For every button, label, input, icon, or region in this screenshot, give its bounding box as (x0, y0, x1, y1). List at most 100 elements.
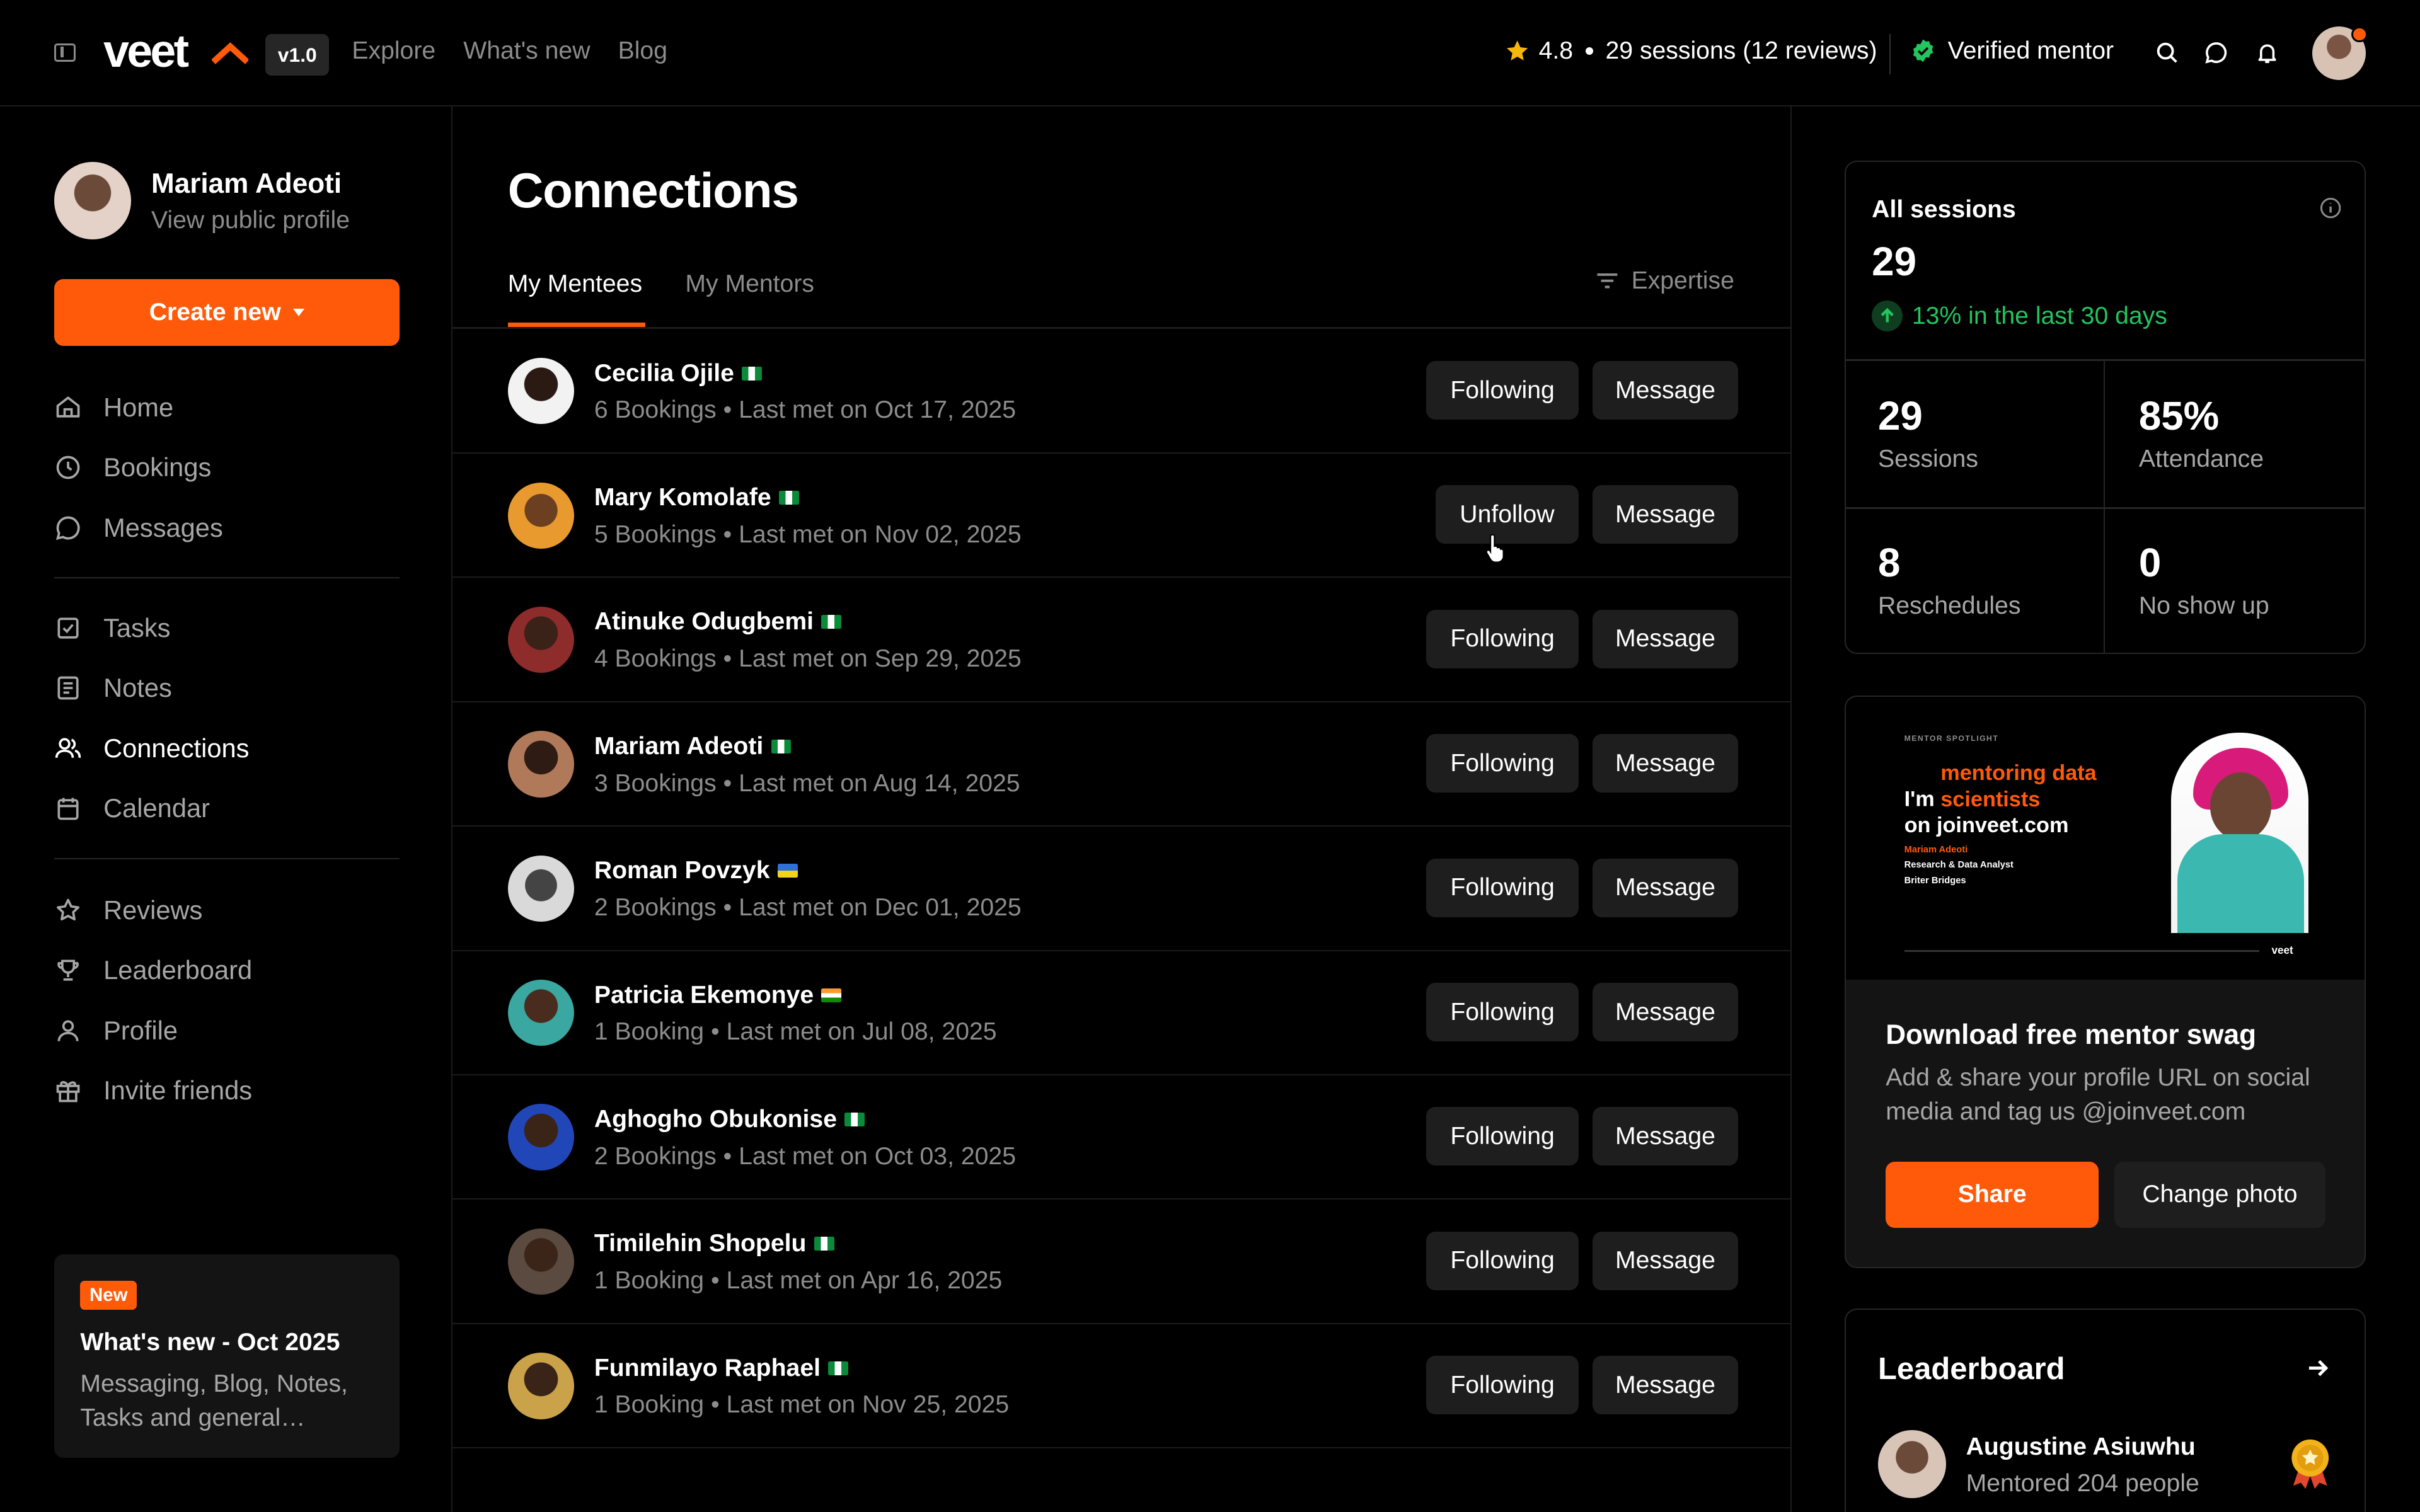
mentee-meta: 1 Booking • Last met on Apr 16, 2025 (594, 1267, 1003, 1295)
mentor-swag-card: MENTOR SPOTLIGHT I'm mentoring data scie… (1844, 696, 2366, 1269)
mentee-avatar[interactable] (507, 358, 574, 425)
sidebar-item-label: Leaderboard (103, 955, 253, 985)
mentee-name[interactable]: Cecilia Ojile (594, 360, 762, 387)
message-button[interactable]: Message (1593, 734, 1738, 793)
chat-icon[interactable] (2204, 40, 2228, 65)
sidebar-item-label: Tasks (103, 612, 171, 643)
change-photo-button[interactable]: Change photo (2114, 1161, 2326, 1228)
create-new-button[interactable]: Create new (54, 279, 400, 346)
sidebar-item-tasks[interactable]: Tasks (54, 609, 171, 646)
mentee-avatar[interactable] (507, 1228, 574, 1295)
verified-check-icon (1913, 39, 1933, 62)
mentee-avatar[interactable] (507, 731, 574, 798)
notes-icon (57, 676, 79, 700)
message-button[interactable]: Message (1593, 609, 1738, 668)
checkbox-icon (57, 617, 79, 639)
rating-summary[interactable]: 4.8 29 sessions (12 reviews) (1505, 37, 1877, 65)
mentee-name[interactable]: Patricia Ekemonye (594, 982, 842, 1009)
stats-total: 29 (1872, 239, 1916, 285)
expertise-filter[interactable]: Expertise (1596, 267, 1734, 295)
mentor-spotlight-preview: MENTOR SPOTLIGHT I'm mentoring data scie… (1845, 697, 2365, 980)
unfollow-button[interactable]: Unfollow (1435, 485, 1579, 544)
profile-name: Mariam Adeoti (151, 168, 342, 199)
version-badge: v1.0 (265, 33, 330, 76)
star-icon (1506, 40, 1528, 61)
nav-blog[interactable]: Blog (618, 37, 667, 65)
sidebar-item-connections[interactable]: Connections (54, 730, 249, 767)
sidebar-item-reviews[interactable]: Reviews (54, 892, 202, 929)
sidebar-item-notes[interactable]: Notes (54, 670, 172, 707)
mentee-name[interactable]: Timilehin Shopelu (594, 1230, 834, 1257)
leaderboard-name[interactable]: Augustine Asiuwhu (1966, 1433, 2196, 1461)
mentee-meta: 2 Bookings • Last met on Dec 01, 2025 (594, 893, 1022, 921)
sidebar-item-profile[interactable]: Profile (54, 1012, 178, 1050)
mentee-meta: 6 Bookings • Last met on Oct 17, 2025 (594, 396, 1016, 424)
message-button[interactable]: Message (1593, 1231, 1738, 1290)
mentee-meta: 5 Bookings • Last met on Nov 02, 2025 (594, 520, 1022, 548)
mentee-name[interactable]: Mary Komolafe (594, 484, 799, 512)
mentee-avatar[interactable] (507, 855, 574, 922)
sidebar-item-bookings[interactable]: Bookings (54, 449, 211, 486)
mentee-avatar[interactable] (507, 980, 574, 1046)
sidebar-toggle-icon[interactable] (54, 43, 76, 62)
sidebar-item-home[interactable]: Home (54, 389, 173, 426)
headline-highlight: mentoring data scientists (1940, 760, 2097, 811)
rating-value: 4.8 (1538, 37, 1574, 64)
leaderboard-card: Leaderboard Augustine Asiuwhu Mentored 2… (1844, 1308, 2366, 1512)
mentee-name[interactable]: Roman Povzyk (594, 857, 798, 885)
mentee-name-label: Aghogho Obukonise (594, 1105, 838, 1133)
message-button[interactable]: Message (1593, 361, 1738, 420)
stats-divider (2103, 359, 2105, 653)
mentee-avatar[interactable] (507, 1353, 574, 1419)
message-button[interactable]: Message (1593, 1356, 1738, 1415)
following-button[interactable]: Following (1426, 1356, 1579, 1415)
table-row: Atinuke Odugbemi 4 Bookings • Last met o… (452, 577, 1792, 702)
mentee-name[interactable]: Aghogho Obukonise (594, 1106, 865, 1133)
user-avatar[interactable] (2312, 26, 2368, 81)
verified-label: Verified mentor (1947, 37, 2114, 64)
bell-icon[interactable] (2255, 40, 2279, 65)
mentee-avatar[interactable] (507, 606, 574, 673)
logo[interactable]: veet (103, 25, 189, 77)
sidebar-item-leaderboard[interactable]: Leaderboard (54, 952, 252, 989)
message-button[interactable]: Message (1593, 858, 1738, 917)
sidebar-item-calendar[interactable]: Calendar (54, 790, 210, 827)
following-button[interactable]: Following (1426, 982, 1579, 1042)
following-button[interactable]: Following (1426, 1231, 1579, 1290)
following-button[interactable]: Following (1426, 734, 1579, 793)
view-public-profile-link[interactable]: View public profile (151, 207, 350, 234)
search-icon[interactable] (2155, 40, 2179, 65)
spotlight-kicker: MENTOR SPOTLIGHT (1904, 734, 1999, 743)
following-button[interactable]: Following (1426, 609, 1579, 668)
caret-down-icon (293, 308, 305, 316)
medal-icon (2291, 1439, 2329, 1489)
message-button[interactable]: Message (1593, 1107, 1738, 1166)
sidebar-item-messages[interactable]: Messages (54, 509, 223, 546)
info-icon[interactable] (2320, 197, 2341, 219)
leaderboard-avatar[interactable] (1877, 1429, 1946, 1498)
nav-whats-new[interactable]: What's new (463, 37, 590, 65)
tab-my-mentees[interactable]: My Mentees (508, 270, 642, 298)
whats-new-description: Messaging, Blog, Notes, Tasks and genera… (80, 1370, 348, 1431)
following-button[interactable]: Following (1426, 858, 1579, 917)
mentee-name[interactable]: Mariam Adeoti (594, 733, 792, 760)
sidebar-item-invite-friends[interactable]: Invite friends (54, 1072, 252, 1109)
mentee-name[interactable]: Atinuke Odugbemi (594, 608, 842, 636)
mentee-meta: 1 Booking • Last met on Nov 25, 2025 (594, 1391, 1010, 1419)
nav-explore[interactable]: Explore (352, 37, 435, 65)
profile-avatar[interactable] (54, 162, 132, 239)
following-button[interactable]: Following (1426, 361, 1579, 420)
message-button[interactable]: Message (1593, 982, 1738, 1042)
tab-my-mentors[interactable]: My Mentors (685, 270, 814, 298)
sidebar: Mariam Adeoti View public profile Create… (0, 106, 452, 1512)
arrow-up-icon (1872, 301, 1903, 332)
arrow-right-icon[interactable] (2306, 1356, 2331, 1380)
mentee-name[interactable]: Funmilayo Raphael (594, 1354, 849, 1382)
share-button[interactable]: Share (1886, 1161, 2099, 1228)
whats-new-card[interactable]: New What's new - Oct 2025 Messaging, Blo… (54, 1254, 400, 1458)
message-button[interactable]: Message (1593, 485, 1738, 544)
mentee-avatar[interactable] (507, 1104, 574, 1171)
following-button[interactable]: Following (1426, 1107, 1579, 1166)
mentee-avatar[interactable] (507, 482, 574, 549)
stat-value: 8 (1877, 540, 1901, 585)
